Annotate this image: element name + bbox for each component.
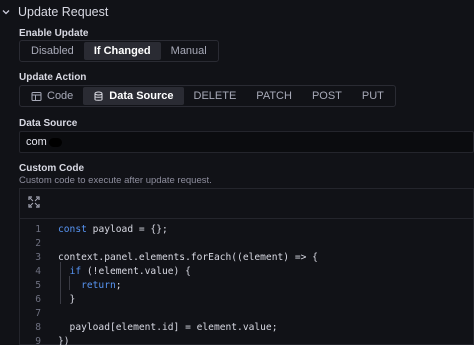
expand-icon[interactable] bbox=[28, 195, 40, 213]
update-action-option-code[interactable]: Code bbox=[21, 87, 83, 105]
code-text: }) bbox=[58, 335, 70, 345]
line-number: 8 bbox=[35, 321, 41, 333]
code-text: if (!element.value) { bbox=[69, 265, 191, 277]
code-line: 5 return; bbox=[20, 278, 121, 292]
enable-update-option-if-changed[interactable]: If Changed bbox=[83, 42, 161, 60]
update-request-panel: Update Request Enable Update Disabled If… bbox=[0, 0, 474, 345]
line-number: 3 bbox=[35, 251, 41, 263]
code-line: 1 const payload = {}; bbox=[20, 222, 168, 236]
data-source-input[interactable]: com bbox=[19, 131, 474, 153]
update-action-option-delete[interactable]: DELETE bbox=[184, 87, 247, 105]
code-line: 6 } bbox=[20, 292, 75, 306]
code-line: 9 }) bbox=[20, 334, 69, 345]
custom-code-label: Custom Code bbox=[19, 163, 84, 174]
editor-toolbar bbox=[20, 189, 473, 219]
data-source-label: Data Source bbox=[19, 118, 78, 129]
enable-update-option-disabled[interactable]: Disabled bbox=[21, 42, 84, 60]
line-number: 7 bbox=[35, 307, 41, 319]
line-number: 1 bbox=[35, 223, 41, 235]
code-line: 2 bbox=[20, 236, 41, 250]
section-header[interactable]: Update Request bbox=[0, 4, 108, 20]
update-action-option-post[interactable]: POST bbox=[302, 87, 352, 105]
line-number: 9 bbox=[35, 335, 41, 345]
update-action-label: Update Action bbox=[19, 72, 87, 83]
line-number: 6 bbox=[35, 293, 41, 305]
update-action-option-data-source[interactable]: Data Source bbox=[83, 87, 184, 105]
code-text: return; bbox=[81, 279, 122, 291]
update-action-radio-group: Code Data Source DELETE PATCH POST PUT bbox=[19, 85, 396, 107]
enable-update-option-manual[interactable]: Manual bbox=[161, 42, 217, 60]
update-action-option-put[interactable]: PUT bbox=[352, 87, 394, 105]
update-action-option-patch[interactable]: PATCH bbox=[246, 87, 302, 105]
code-text: } bbox=[58, 293, 76, 305]
enable-update-label: Enable Update bbox=[19, 28, 89, 39]
line-number: 4 bbox=[35, 265, 41, 277]
code-line: 4 if (!element.value) { bbox=[20, 264, 191, 278]
code-text: const payload = {}; bbox=[58, 223, 168, 235]
custom-code-description: Custom code to execute after update requ… bbox=[19, 175, 212, 186]
code-line: 8 payload[element.id] = element.value; bbox=[20, 320, 277, 334]
code-text: payload[element.id] = element.value; bbox=[58, 321, 278, 333]
code-line: 3 context.panel.elements.forEach((elemen… bbox=[20, 250, 318, 264]
text-cursor bbox=[48, 137, 62, 147]
line-number: 2 bbox=[35, 237, 41, 249]
enable-update-radio-group: Disabled If Changed Manual bbox=[19, 40, 219, 62]
update-action-option-data-source-label: Data Source bbox=[109, 90, 174, 102]
code-text: context.panel.elements.forEach((element)… bbox=[58, 251, 318, 263]
code-icon bbox=[31, 91, 42, 102]
database-icon bbox=[93, 91, 104, 102]
data-source-value: com bbox=[26, 136, 47, 148]
chevron-down-icon[interactable] bbox=[0, 6, 12, 18]
code-line: 7 bbox=[20, 306, 41, 320]
line-number: 5 bbox=[35, 279, 41, 291]
code-editor[interactable]: 1 const payload = {}; 2 3 context.panel.… bbox=[19, 188, 474, 345]
section-title: Update Request bbox=[18, 5, 109, 19]
update-action-option-code-label: Code bbox=[47, 90, 74, 102]
